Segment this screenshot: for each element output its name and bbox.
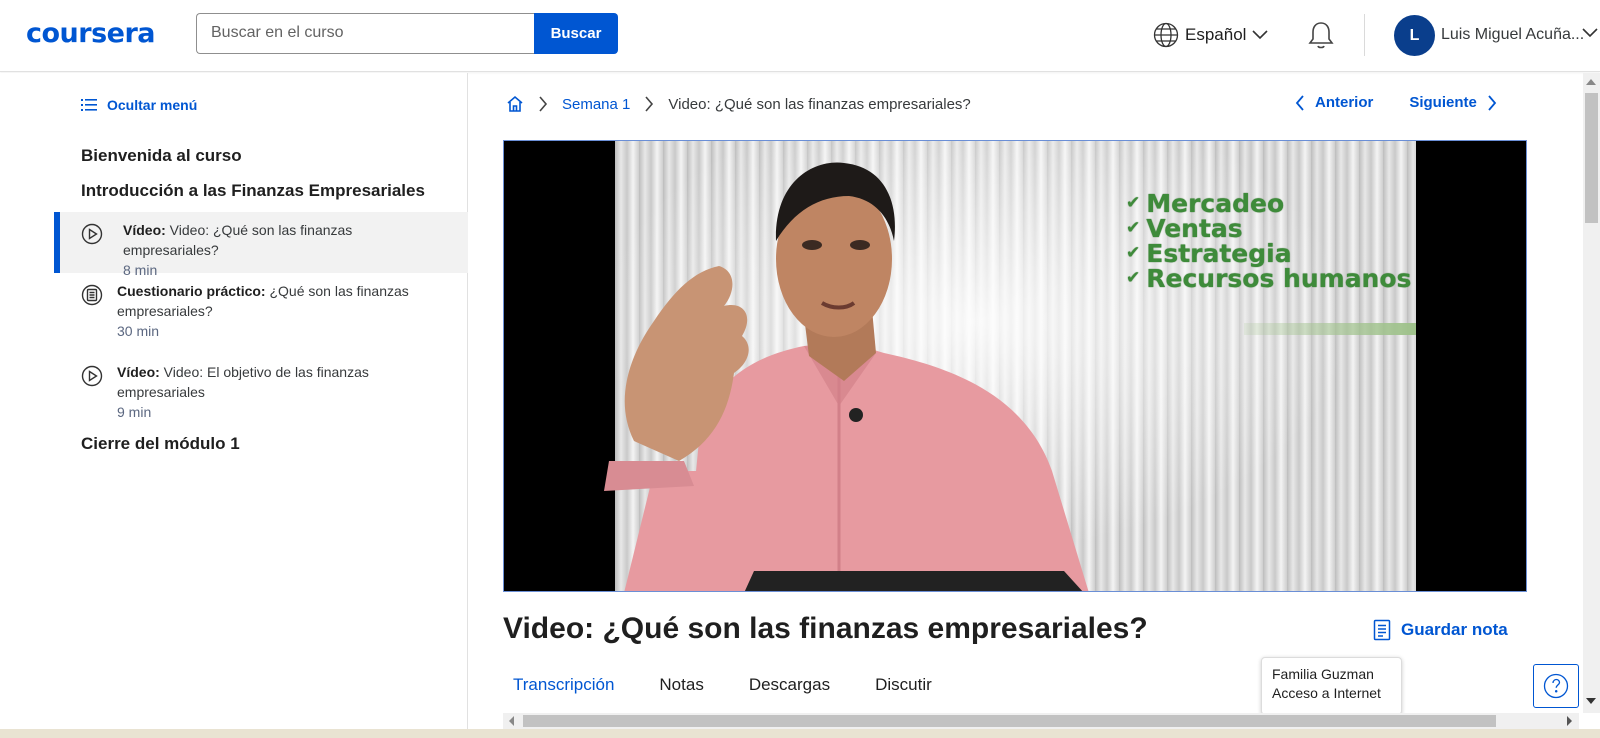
horizontal-scrollbar[interactable]	[503, 713, 1579, 729]
chevron-right-icon	[1488, 94, 1497, 111]
coursera-logo[interactable]: coursera	[26, 18, 156, 49]
note-icon	[1373, 619, 1391, 641]
bell-icon[interactable]	[1307, 20, 1335, 50]
list-icon	[81, 99, 97, 111]
lesson-navigation: Anterior Siguiente	[1295, 94, 1497, 111]
slide-bullets: ✔ Mercadeo ✔ Ventas ✔ Estrategia ✔ Recursos …	[1126, 191, 1411, 291]
page-title: Video: ¿Qué son las finanzas empresarial…	[503, 612, 1148, 645]
sidebar-lesson-item[interactable]: Cuestionario práctico: ¿Qué son las fina…	[54, 273, 468, 353]
check-icon: ✔	[1126, 193, 1141, 213]
breadcrumb: Semana 1 Video: ¿Qué son las finanzas em…	[506, 95, 971, 113]
previous-label: Anterior	[1315, 94, 1374, 111]
lesson-type: Vídeo:	[123, 222, 166, 238]
network-tooltip: Familia Guzman Acceso a Internet	[1261, 657, 1402, 715]
check-icon: ✔	[1126, 268, 1141, 288]
section-closing[interactable]: Cierre del módulo 1	[81, 434, 240, 454]
home-icon[interactable]	[506, 95, 524, 113]
language-label: Español	[1185, 25, 1247, 44]
play-circle-icon	[81, 365, 103, 387]
search-button[interactable]: Buscar	[534, 13, 618, 54]
tab-notas[interactable]: Notas	[649, 673, 713, 697]
vertical-scrollbar[interactable]	[1583, 73, 1600, 713]
breadcrumb-week-link[interactable]: Semana 1	[562, 96, 630, 113]
tooltip-line: Acceso a Internet	[1272, 685, 1381, 701]
course-sidebar: Ocultar menú Bienvenida al curso Introdu…	[0, 73, 468, 738]
sidebar-lesson-item[interactable]: Vídeo: Video: ¿Qué son las finanzas empr…	[54, 212, 468, 278]
next-button[interactable]: Siguiente	[1409, 94, 1497, 111]
scroll-up-icon[interactable]	[1586, 78, 1596, 86]
chevron-down-icon[interactable]	[1582, 28, 1598, 38]
lesson-duration: 30 min	[117, 323, 160, 339]
lesson-text: Vídeo: Video: ¿Qué son las finanzas empr…	[123, 212, 468, 260]
tooltip-line: Familia Guzman	[1272, 666, 1374, 682]
horizontal-scroll-thumb[interactable]	[523, 715, 1496, 727]
section-welcome[interactable]: Bienvenida al curso	[81, 146, 242, 166]
slide-bullet: ✔ Mercadeo	[1126, 191, 1411, 216]
next-label: Siguiente	[1409, 94, 1477, 111]
sidebar-lesson-item[interactable]: Vídeo: Video: El objetivo de las finanza…	[54, 354, 468, 434]
language-selector[interactable]: Español	[1153, 22, 1269, 48]
play-circle-icon	[81, 223, 103, 245]
scroll-right-icon[interactable]	[1565, 716, 1573, 726]
hide-menu-label: Ocultar menú	[107, 97, 198, 113]
scroll-down-icon[interactable]	[1586, 697, 1596, 705]
lesson-type: Vídeo:	[117, 364, 160, 380]
chevron-left-icon	[1295, 94, 1304, 111]
hide-menu-button[interactable]: Ocultar menú	[81, 97, 197, 113]
lesson-text: Vídeo: Video: El objetivo de las finanza…	[117, 354, 468, 402]
slide-bullet-text: Ventas	[1146, 214, 1243, 243]
os-taskbar-edge	[0, 729, 1600, 738]
lesson-duration: 9 min	[117, 404, 152, 420]
slide-bullet-text: Recursos humanos	[1146, 264, 1412, 293]
chevron-right-icon	[539, 96, 548, 112]
slide-bullet-text: Mercadeo	[1146, 189, 1285, 218]
user-name[interactable]: Luis Miguel Acuña...	[1441, 26, 1584, 44]
help-button[interactable]	[1533, 664, 1579, 708]
previous-button[interactable]: Anterior	[1295, 94, 1373, 111]
tab-descargas[interactable]: Descargas	[739, 673, 840, 697]
chevron-down-icon	[1252, 30, 1269, 40]
lesson-text: Cuestionario práctico: ¿Qué son las fina…	[117, 273, 468, 321]
video-player[interactable]: ✔ Mercadeo ✔ Ventas ✔ Estrategia ✔ Recursos …	[503, 140, 1527, 592]
slide-bullet-text: Estrategia	[1146, 239, 1292, 268]
lesson-type: Cuestionario práctico:	[117, 283, 266, 299]
question-icon	[1543, 673, 1569, 699]
slide-bullet: ✔ Recursos humanos	[1126, 266, 1411, 291]
header-divider	[1364, 14, 1365, 56]
scroll-left-icon[interactable]	[508, 716, 516, 726]
tab-discutir[interactable]: Discutir	[865, 673, 942, 697]
search-input[interactable]: Buscar en el curso	[196, 13, 535, 54]
check-icon: ✔	[1126, 218, 1141, 238]
tab-transcripcion[interactable]: Transcripción	[503, 673, 624, 697]
breadcrumb-current: Video: ¿Qué son las finanzas empresarial…	[668, 95, 971, 113]
globe-icon	[1153, 22, 1179, 48]
avatar[interactable]: L	[1394, 15, 1435, 56]
vertical-scroll-thumb[interactable]	[1585, 93, 1598, 223]
top-header: coursera Buscar en el curso Buscar Españ…	[0, 0, 1600, 72]
slide-bullet: ✔ Ventas	[1126, 216, 1411, 241]
check-icon: ✔	[1126, 243, 1141, 263]
slide-bullet: ✔ Estrategia	[1126, 241, 1411, 266]
save-note-label: Guardar nota	[1401, 620, 1508, 639]
save-note-button[interactable]: Guardar nota	[1373, 619, 1508, 641]
content-tabs: Transcripción Notas Descargas Discutir	[503, 673, 967, 697]
section-intro[interactable]: Introducción a las Finanzas Empresariale…	[81, 181, 425, 201]
quiz-icon	[81, 284, 103, 306]
chevron-right-icon	[645, 96, 654, 112]
